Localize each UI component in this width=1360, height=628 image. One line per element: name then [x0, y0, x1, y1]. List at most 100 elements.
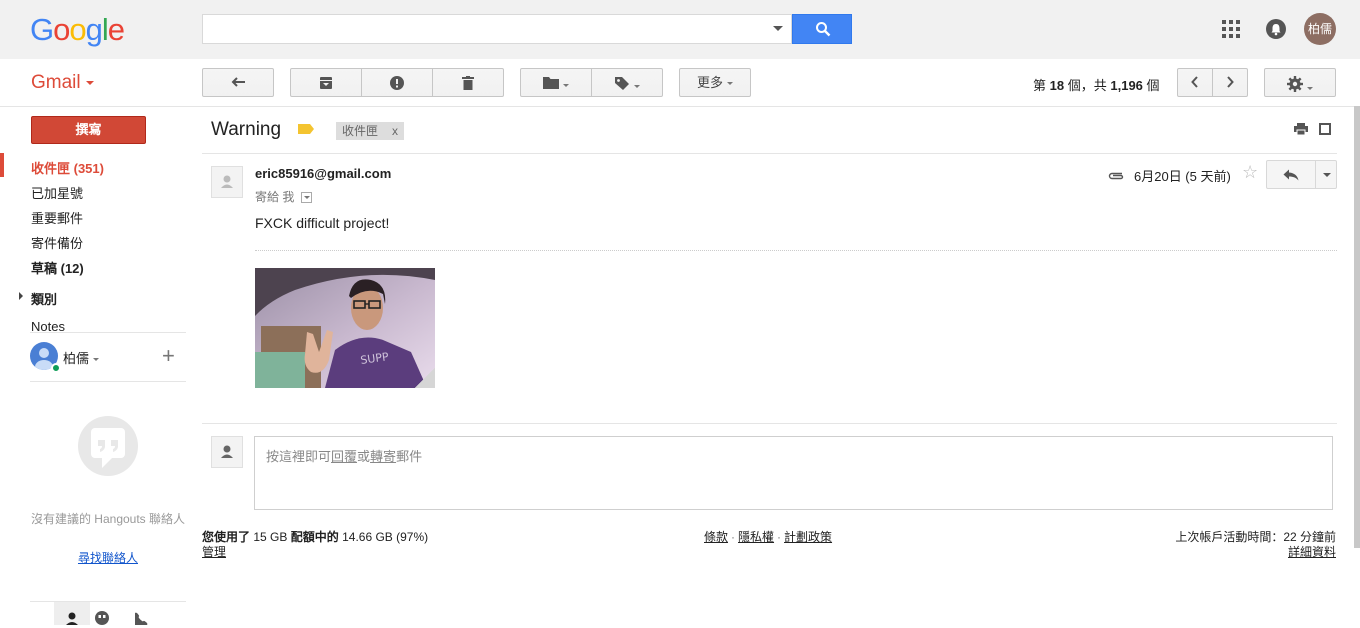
important-marker-icon[interactable] [298, 124, 314, 134]
program-policy-link[interactable]: 計劃政策 [784, 530, 832, 544]
find-contacts-link[interactable]: 尋找聯絡人 [28, 549, 188, 566]
message-body: FXCK difficult project! [255, 215, 390, 231]
search-input[interactable] [203, 15, 763, 43]
chevron-down-icon [563, 84, 569, 88]
hangouts-quote-icon [95, 611, 109, 625]
report-spam-button[interactable] [361, 68, 433, 97]
chevron-left-icon [1191, 76, 1198, 88]
hangouts-logo-icon [78, 416, 138, 476]
paperclip-icon [1108, 169, 1126, 180]
new-hangout-plus-icon[interactable]: + [162, 345, 175, 367]
more-message-actions-button[interactable] [1315, 160, 1337, 189]
reply-button[interactable] [1266, 160, 1316, 189]
delete-button[interactable] [432, 68, 504, 97]
open-in-new-window-icon[interactable] [1319, 123, 1331, 135]
no-suggested-contacts-text: 沒有建議的 Hangouts 聯絡人 [30, 512, 186, 526]
trash-icon [462, 76, 474, 90]
photo-attachment: SUPP [255, 268, 435, 388]
person-icon [221, 445, 233, 458]
label-chip-inbox: 收件匣 x [336, 122, 405, 140]
archive-button[interactable] [290, 68, 362, 97]
sidebar-item-inbox[interactable]: 收件匣 (351) [31, 158, 104, 177]
manage-storage-link[interactable]: 管理 [202, 543, 226, 560]
chevron-down-icon [93, 358, 100, 362]
tab-contacts[interactable] [54, 602, 90, 625]
gear-icon [1287, 76, 1303, 92]
tab-hangouts[interactable] [90, 602, 126, 625]
older-button[interactable] [1212, 68, 1248, 97]
spam-alert-icon [390, 76, 404, 90]
labels-button[interactable] [591, 68, 663, 97]
expand-arrow-icon[interactable] [19, 292, 23, 300]
gmail-app-switcher[interactable]: Gmail [31, 72, 94, 94]
search-box [202, 14, 792, 44]
show-details-dropdown-icon[interactable] [300, 192, 312, 204]
attachment-corner-fold [415, 368, 435, 388]
storage-mid: 配額中的 [290, 530, 339, 544]
storage-amount: 14.66 GB (97%) [342, 530, 429, 544]
activity-details-link[interactable]: 詳細資料 [1230, 543, 1336, 560]
reply-forward-box[interactable]: 按這裡即可回覆或轉寄郵件 [254, 436, 1333, 510]
reply-link[interactable]: 回覆 [331, 449, 357, 464]
forward-link[interactable]: 轉寄 [370, 449, 396, 464]
sender-avatar[interactable] [211, 166, 243, 198]
notifications-bell-icon[interactable] [1266, 19, 1286, 39]
footer-links: 條款 · 隱私權 · 計劃政策 [704, 528, 832, 545]
search-icon [816, 22, 831, 37]
more-actions-button[interactable]: 更多 [679, 68, 751, 97]
label-tag-icon [615, 77, 629, 90]
image-attachment-thumbnail[interactable]: SUPP [255, 268, 435, 388]
apps-grid-icon[interactable] [1222, 20, 1240, 38]
pager-position: 18 [1049, 78, 1065, 93]
reply-arrow-icon [1283, 169, 1299, 181]
storage-prefix: 您使用了 [202, 530, 251, 544]
pager-prefix: 第 [1033, 78, 1047, 93]
sender-email[interactable]: eric85916@gmail.com [255, 166, 391, 181]
online-status-dot [51, 363, 61, 373]
back-to-inbox-button[interactable] [202, 68, 274, 97]
sidebar-item-categories[interactable]: 類別 [31, 289, 57, 308]
reply-prompt-or: 或 [357, 449, 371, 464]
remove-label-close-icon[interactable]: x [392, 124, 398, 138]
search-options-chevron-down-icon[interactable] [773, 26, 783, 31]
settings-button[interactable] [1264, 68, 1336, 97]
pager-total: 1,196 [1110, 78, 1143, 93]
divider [202, 153, 1337, 154]
phone-icon [135, 612, 148, 625]
pager-suffix: 個 [1146, 78, 1160, 93]
recipient: 我 [282, 190, 295, 204]
message-date: 6月20日 (5 天前) [1134, 169, 1231, 184]
hangouts-user-menu[interactable]: 柏儒 [63, 348, 100, 367]
sidebar-item-sent[interactable]: 寄件備份 [31, 233, 83, 252]
logo-letter: o [69, 12, 86, 47]
top-bar: Google 柏儒 [0, 0, 1360, 59]
reply-prompt-prefix: 按這裡即可 [266, 449, 332, 464]
sidebar-item-important[interactable]: 重要郵件 [31, 208, 83, 227]
reply-user-avatar [211, 436, 243, 468]
terms-link[interactable]: 條款 [704, 530, 728, 544]
compose-button[interactable]: 撰寫 [31, 116, 146, 144]
separator: · [777, 530, 782, 544]
print-all-button[interactable] [1294, 123, 1308, 136]
privacy-link[interactable]: 隱私權 [738, 530, 774, 544]
search-button[interactable] [792, 14, 852, 44]
chevron-down-icon [85, 80, 94, 85]
divider [202, 423, 1337, 424]
account-avatar[interactable]: 柏儒 [1304, 13, 1336, 45]
star-icon[interactable]: ☆ [1242, 162, 1258, 183]
person-icon [221, 175, 233, 188]
logo-letter: o [53, 12, 70, 47]
scrollbar[interactable] [1354, 106, 1360, 548]
hangouts-tabs [30, 601, 186, 625]
logo-letter: e [107, 12, 125, 47]
reply-prompt-suffix: 郵件 [396, 449, 423, 464]
tab-phone[interactable] [126, 602, 162, 625]
newer-button[interactable] [1177, 68, 1213, 97]
label-chip-text: 收件匣 [342, 124, 379, 138]
sidebar-item-starred[interactable]: 已加星號 [31, 183, 83, 202]
sidebar-item-drafts[interactable]: 草稿 (12) [31, 258, 84, 277]
google-logo[interactable]: Google [30, 12, 125, 48]
move-to-button[interactable] [520, 68, 592, 97]
hangouts-user-name: 柏儒 [63, 351, 90, 366]
divider [30, 332, 186, 333]
